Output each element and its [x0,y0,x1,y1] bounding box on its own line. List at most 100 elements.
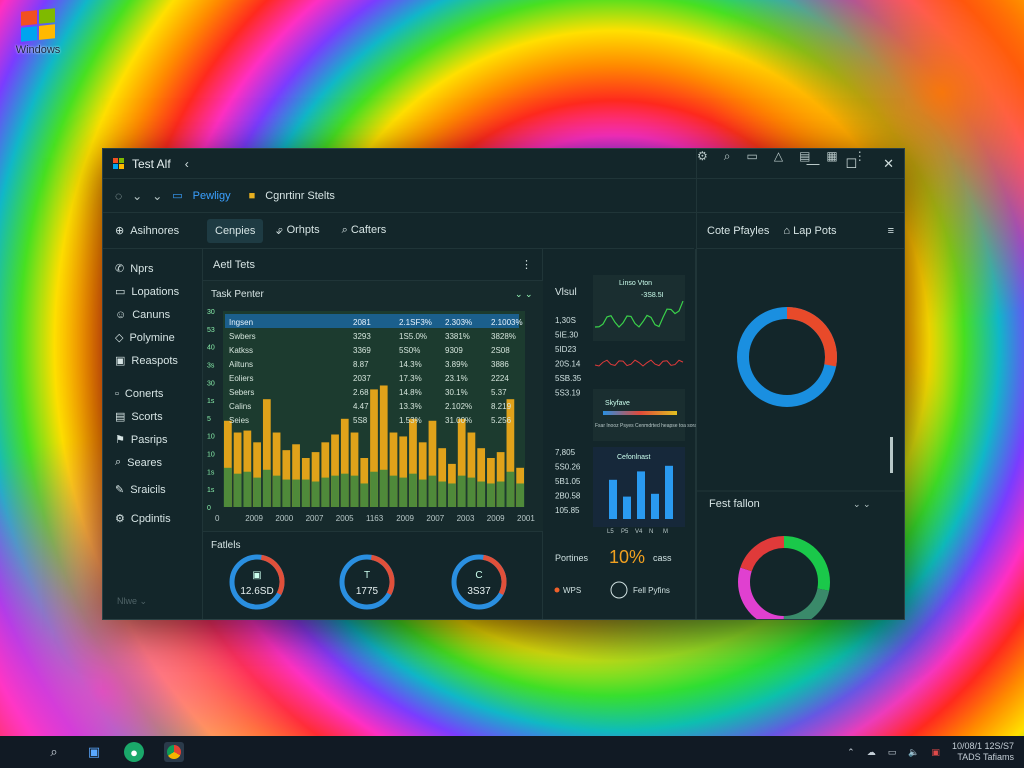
x-tick-label: 2009 [487,514,505,523]
mid-value: 5ID23 [555,345,577,354]
bar-green [506,471,515,507]
dial-value: 3S37 [467,586,491,597]
clock[interactable]: 10/08/1 12S/S7 TADS Tafiams [952,741,1014,763]
sidebar-item-canuns[interactable]: ☺ Canuns [103,303,202,326]
tab-cafters[interactable]: ⌕ Cafters [334,218,395,243]
sidebar-item-label: Nprs [130,262,154,275]
tab-cenpies[interactable]: Cenpies [207,218,264,243]
desktop-icon-label: Windows [15,44,61,56]
sidebar-item-conerts[interactable]: ▫ Conerts [103,382,202,405]
sidebar-footer[interactable]: Nlwe ⌄ [117,596,147,607]
table-cell: 2037 [353,374,371,383]
right-tab-1[interactable]: Cote Pfayles [707,225,769,237]
x-tick-label: 2007 [306,514,324,523]
toolbar-tab-2[interactable]: Cgnrtinr Stelts [265,190,335,202]
mini-bar [651,493,659,519]
chevron-icon: ⌄ ⌄ [515,289,533,299]
back-icon[interactable]: ‹ [185,157,189,171]
right-tab-2[interactable]: ⌂ Lap Pots [783,225,836,237]
app-green-icon[interactable]: ● [124,742,144,762]
bar-green [438,481,447,507]
dial-arc [339,554,395,610]
sidebar-item-cpdintis[interactable]: ⚙ Cpdintis [103,507,202,530]
x-tick-label: 2000 [275,514,293,523]
spark-title: Linso Vton [619,280,652,287]
y-tick-label: 1s [207,398,215,405]
center-panel: Aetl Tets ⋮ Task Penter ⌄ ⌄ 0 1s 1s 10 10 5 1s 30… [203,249,543,619]
cloud-icon[interactable]: ☁ [867,747,876,758]
sidebar-item-polymine[interactable]: ◇ Polymine [103,326,202,349]
sidebar-item-scorts[interactable]: ▤ Scorts [103,405,202,428]
table-cell: 3828% [491,332,516,341]
table-cell: 3886 [491,360,509,369]
taskview-icon[interactable]: ▣ [84,742,104,762]
mini-bar-tick: V4 [635,529,643,535]
menu-icon[interactable]: ≡ [888,225,894,237]
display-icon[interactable]: ▭ [888,747,897,758]
sidebar-item-locations[interactable]: ▭ Lopations [103,280,202,303]
flag-icon[interactable]: ▣ [931,747,940,758]
mid-value: 20S.14 [555,360,581,369]
chevron-down-icon[interactable]: ⌄ [152,189,162,203]
toolbar: ◌ ⌄ ⌄ ▭ Pewligy ■ Cgnrtinr Stelts ⚙ ⌕ ▭ … [103,149,904,619]
table-header-row [225,314,519,328]
pen-icon: ✎ [115,484,125,496]
toolbar-tab-1[interactable]: Pewligy [193,190,231,202]
sidebar-item-label: Lopations [131,285,180,298]
table-cell: 23.1% [445,374,468,383]
sidebar-item-nprs[interactable]: ✆ Nprs [103,257,202,280]
sidebar-item-label: Reaspots [131,354,178,367]
chat-icon: ◇ [115,332,124,344]
system-tray: ⌃ ☁ ▭ 🔈 ▣ 10/08/1 12S/S7 TADS Tafiams [847,741,1024,763]
phone-icon: ✆ [115,263,125,275]
chevron-down-icon[interactable]: ⌄ [132,189,142,203]
app-chrome-icon[interactable] [164,742,184,762]
table-cell: Ailtuns [229,360,253,369]
sidebar-item-pasrips[interactable]: ⚑ Pasrips [103,428,202,451]
sidebar-item-sraicils[interactable]: ✎ Sraicils [103,478,202,501]
table-cell: 3381% [445,332,470,341]
tab-orhpts[interactable]: ⌕ Orhpts [269,218,327,243]
mid-value: 5S3.19 [555,389,581,398]
table-cell: 14.8% [399,388,422,397]
refresh-icon[interactable]: ◌ [115,189,122,203]
sidebar-item-label: Cpdintis [130,512,171,525]
search-icon[interactable]: ⌕ [44,742,64,762]
table-cell: 5S8 [353,416,368,425]
globe-icon: ⊕ [115,225,125,237]
table-cell: 2224 [491,374,509,383]
sidebar-item-reaspots[interactable]: ▣ Reaspots [103,349,202,372]
y-tick-label: 10 [207,452,215,459]
y-tick-label: 0 [207,505,211,512]
desktop-windows-icon[interactable]: Windows [8,8,68,56]
x-tick-label: 2001 [517,514,535,523]
x-tick-label: 2007 [426,514,444,523]
more-icon[interactable]: ⋮ [521,258,532,271]
mid-value-2: 5S0.26 [555,463,581,472]
bar-green [448,483,456,507]
folder-yellow-icon: ■ [248,189,256,202]
start-button[interactable] [8,744,24,760]
sidebar: ⊕ Asihnores ⌄ ✆ Nprs ▭ Lopations ☺ Canuns ◇… [103,213,306,619]
table-cell: 2081 [353,318,371,327]
sparkline-red [594,359,684,367]
mid-value-2: 2B0.58 [555,492,581,501]
mini-bar [609,479,617,519]
mid-value-2: 105.85 [555,506,580,515]
table-cell: Seies [229,416,249,425]
table-cell: 9309 [445,346,463,355]
y-tick-label: 10 [207,434,215,441]
mini-bar [665,465,673,519]
bar-green [418,479,427,507]
chevron-up-icon[interactable]: ⌃ [847,747,855,758]
volume-icon[interactable]: 🔈 [908,747,919,758]
y-tick-label: 1s [207,487,215,494]
sidebar-item-seares[interactable]: ⌕ Seares [103,451,202,474]
bar-green [243,471,252,507]
y-tick-label: 3s [207,362,215,369]
table-cell: 5.256 [491,416,512,425]
gear-icon: ⚙ [115,513,125,525]
y-tick-label: 30 [207,380,215,387]
mid-value: 1,30S [555,316,576,325]
mid-value-2: 7,805 [555,448,576,457]
